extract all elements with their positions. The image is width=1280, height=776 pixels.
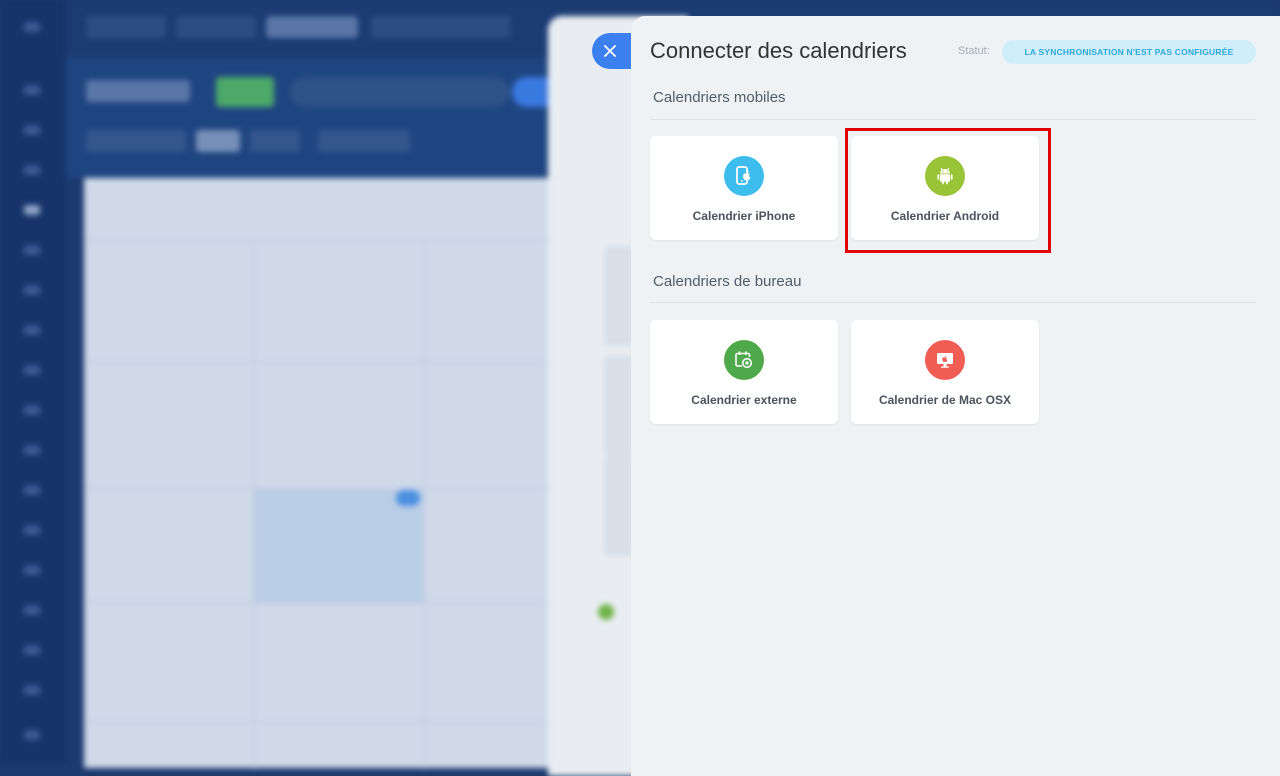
- android-calendar-card[interactable]: Calendrier Android: [851, 136, 1039, 240]
- close-icon: [604, 45, 616, 57]
- section-divider: [650, 119, 1256, 120]
- section-title-desktop: Calendriers de bureau: [653, 273, 802, 290]
- iphone-icon: [724, 156, 764, 196]
- background-left-menu: [0, 0, 66, 764]
- mac-osx-icon: [925, 340, 965, 380]
- page-title: Connecter des calendriers: [650, 38, 907, 63]
- iphone-calendar-card[interactable]: Calendrier iPhone: [650, 136, 838, 240]
- external-calendar-icon: [724, 340, 764, 380]
- status-label: Statut:: [958, 45, 990, 57]
- status-badge: LA SYNCHRONISATION N'EST PAS CONFIGURÉE: [1002, 40, 1256, 64]
- card-label: Calendrier externe: [691, 393, 797, 407]
- card-label: Calendrier iPhone: [692, 209, 796, 223]
- section-divider: [650, 302, 1256, 303]
- mac-osx-calendar-card[interactable]: Calendrier de Mac OSX: [851, 320, 1039, 424]
- card-label: Calendrier de Mac OSX: [878, 393, 1012, 407]
- android-icon: [925, 156, 965, 196]
- card-label: Calendrier Android: [890, 209, 1000, 223]
- section-title-mobile: Calendriers mobiles: [653, 89, 786, 106]
- external-calendar-card[interactable]: Calendrier externe: [650, 320, 838, 424]
